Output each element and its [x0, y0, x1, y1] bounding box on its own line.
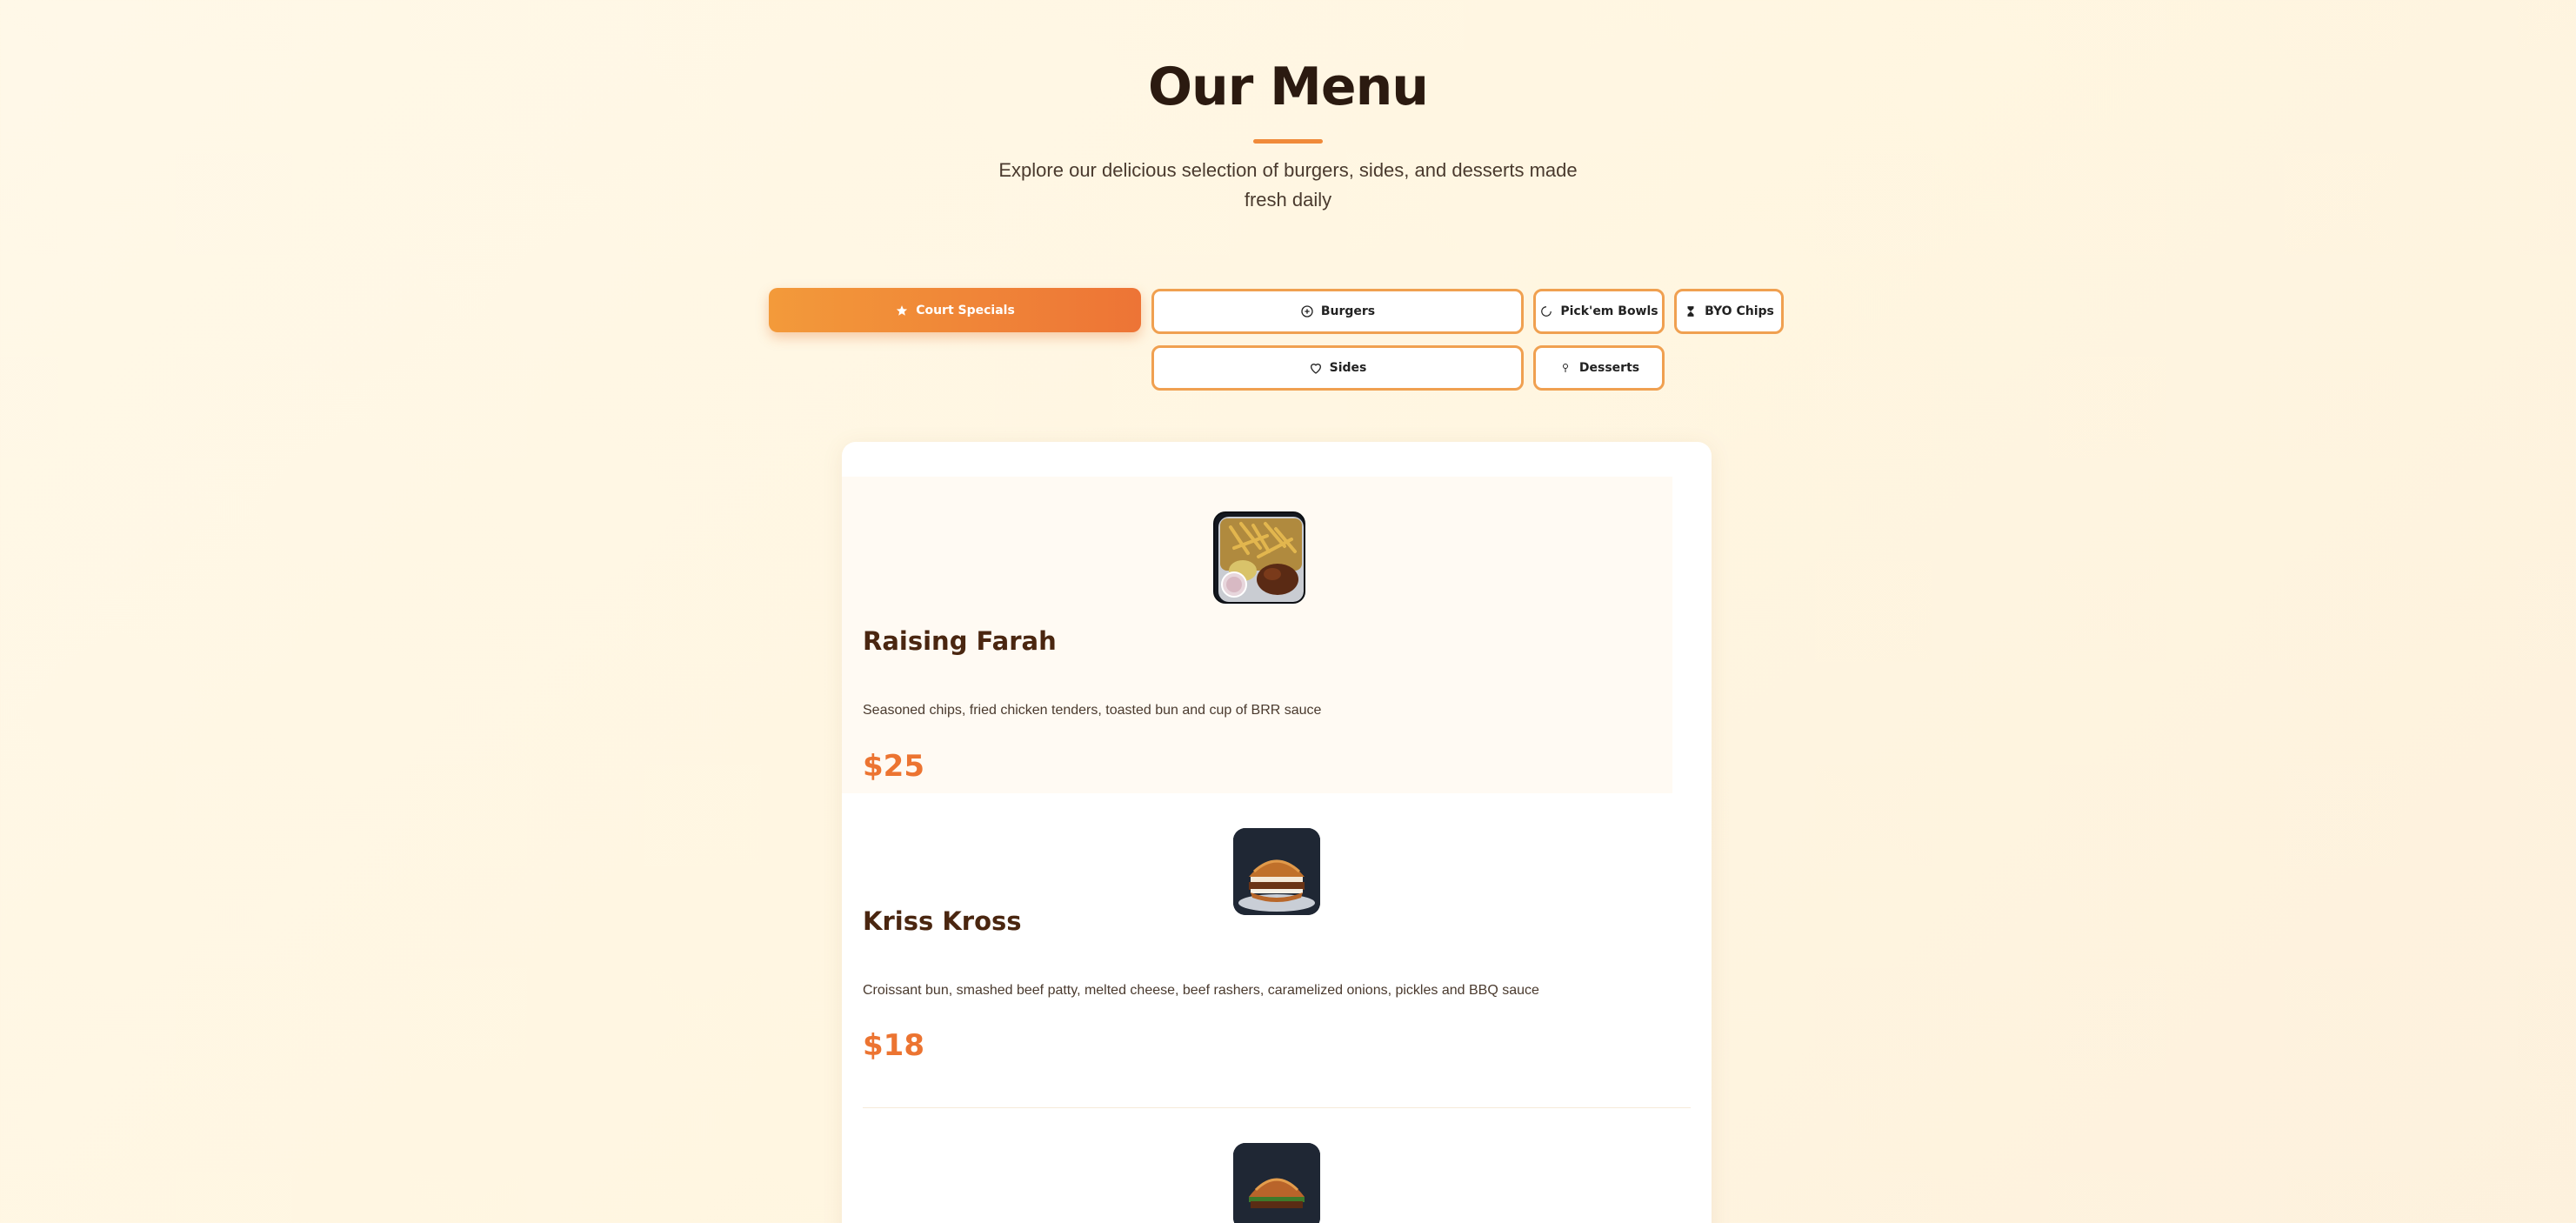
menu-item-description: Croissant bun, smashed beef patty, melte… [863, 983, 1539, 998]
menu-card: Raising Farah Seasoned chips, fried chic… [842, 442, 1712, 1223]
menu-item[interactable]: Kriss Kross Croissant bun, smashed beef … [842, 793, 1712, 1108]
menu-item-name: Raising Farah [863, 626, 1057, 656]
tab-sides[interactable]: Sides [1151, 345, 1524, 391]
bowl-icon [1539, 304, 1553, 318]
menu-item-image [1233, 1143, 1320, 1223]
page-title: Our Menu [1147, 57, 1429, 117]
menu-item-image [1233, 828, 1320, 915]
tab-label: Burgers [1320, 304, 1376, 318]
heart-icon [1309, 361, 1323, 375]
menu-header: Our Menu Explore our delicious selection… [0, 52, 2576, 215]
menu-item-image [1213, 511, 1305, 604]
circle-plus-icon [1300, 304, 1314, 318]
page-subtitle: Explore our delicious selection of burge… [998, 159, 1578, 211]
tab-court-specials[interactable]: Court Specials [769, 288, 1141, 332]
tab-byo-chips[interactable]: BYO Chips [1674, 289, 1784, 334]
tab-label: Pick'em Bowls [1560, 304, 1658, 318]
tab-label: Sides [1329, 361, 1367, 375]
menu-item-name: Kriss Kross [863, 906, 1022, 936]
tab-label: BYO Chips [1705, 304, 1774, 318]
title-underline [1253, 139, 1323, 144]
menu-item-price: $25 [863, 749, 924, 784]
tab-desserts[interactable]: Desserts [1533, 345, 1665, 391]
tab-burgers[interactable]: Burgers [1151, 289, 1524, 334]
ice-cream-icon [1558, 361, 1572, 375]
menu-item-description: Seasoned chips, fried chicken tenders, t… [863, 703, 1322, 718]
tab-label: Court Specials [916, 303, 1015, 317]
tab-pickem-bowls[interactable]: Pick'em Bowls [1533, 289, 1665, 334]
hourglass-icon [1684, 304, 1698, 318]
menu-item[interactable] [842, 1108, 1712, 1223]
menu-item[interactable]: Raising Farah Seasoned chips, fried chic… [842, 477, 1672, 793]
tab-label: Desserts [1578, 361, 1640, 375]
star-icon [895, 304, 909, 317]
menu-item-price: $18 [863, 1028, 924, 1063]
